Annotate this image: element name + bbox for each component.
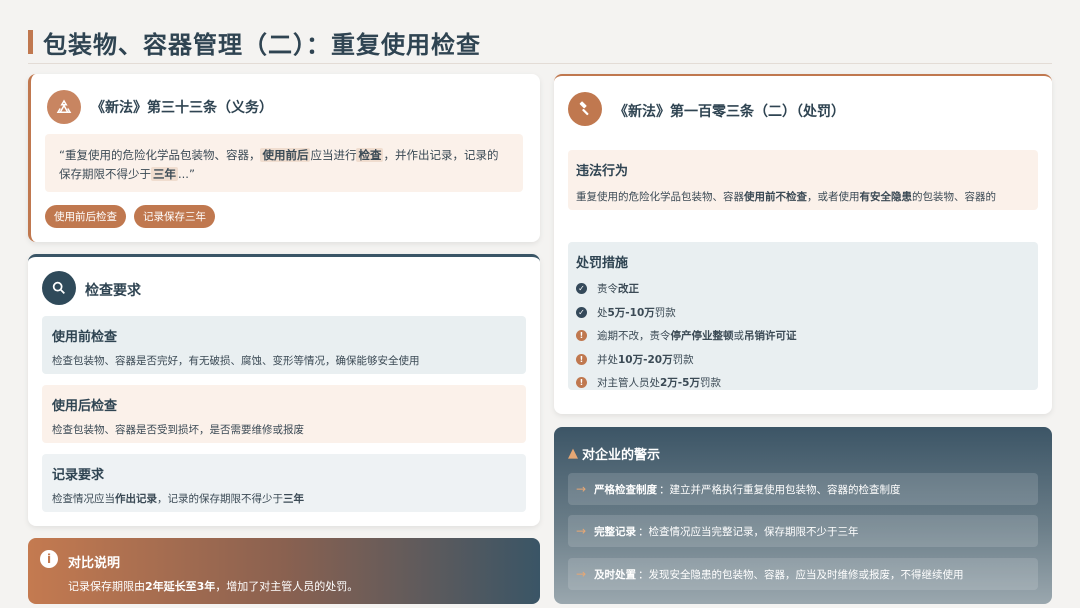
- enterprise-warning-card: ▲ 对企业的警示 → 严格检查制度 ：建立并严格执行重复使用包装物、容器的检查制度 →…: [554, 427, 1052, 604]
- comparison-text: 记录保存期限由2年延长至3年，增加了对主管人员的处罚。: [68, 578, 358, 594]
- article-33-title: 《新法》第三十三条（义务）: [91, 100, 273, 116]
- penalty-text: 罚款: [654, 306, 676, 319]
- title-accent-bar: [28, 30, 33, 54]
- check-circle-icon: ✓: [576, 306, 587, 318]
- requirement-heading: 使用后检查: [52, 399, 118, 414]
- penalty-text-bold: 10万-20万: [618, 353, 673, 366]
- quote-highlight: 使用前后: [260, 148, 311, 162]
- warning-item-label: 完整记录: [594, 525, 637, 538]
- req-text-part: ，记录的保存期限不得少于: [157, 493, 283, 505]
- requirement-text: 检查包装物、容器是否完好，有无破损、腐蚀、变形等情况，确保能够安全使用: [52, 355, 420, 367]
- penalty-item: ! 逾期不改，责令 停产停业整顿或吊销许可证: [576, 324, 1030, 348]
- penalty-text-bold: 2万-5万: [660, 377, 700, 390]
- requirement-heading: 记录要求: [52, 468, 105, 483]
- penalty-text: 罚款: [699, 377, 721, 390]
- warning-item-label: 严格检查制度: [594, 483, 658, 496]
- article-103-card: 《新法》第一百零三条（二）（处罚） 违法行为 重复使用的危险化学品包装物、容器使…: [554, 74, 1052, 414]
- penalty-item: ! 对主管人员处 2万-5万 罚款: [576, 371, 1030, 395]
- penalty-text-bold: 5万-10万: [607, 306, 655, 319]
- comparison-text-bold: 2年延长至3年: [145, 580, 216, 593]
- penalty-text: 责令: [597, 283, 618, 296]
- article-33-card: 《新法》第三十三条（义务） “重复使用的危险化学品包装物、容器， 使用前后 应当进行…: [28, 74, 540, 242]
- recycle-icon: [47, 90, 81, 124]
- tag-record-three-years: 记录保存三年: [134, 205, 215, 228]
- warning-item-text: ：检查情况应当完整记录，保存期限不少于三年: [638, 525, 859, 538]
- quote-text: “重复使用的危险化学品包装物、容器，: [59, 148, 261, 162]
- warning-title: 对企业的警示: [582, 448, 661, 463]
- arrow-right-icon: →: [576, 567, 587, 581]
- penalty-text-bold: 改正: [618, 283, 639, 296]
- penalty-text: 并处: [597, 353, 618, 366]
- violation-text-part: ，或者使用: [807, 191, 860, 203]
- penalty-text: 罚款: [672, 353, 694, 366]
- warning-title-row: ▲ 对企业的警示: [568, 444, 660, 463]
- arrow-right-icon: →: [576, 482, 587, 496]
- page-title: 包装物、容器管理（二）：重复使用检查: [43, 30, 481, 59]
- penalty-text-bold: 停产停业整顿: [670, 330, 734, 343]
- title-divider: [28, 63, 1052, 64]
- requirement-after-use: 使用后检查 检查包装物、容器是否受到损坏，是否需要维修或报废: [42, 385, 526, 443]
- quote-text: ...”: [178, 167, 195, 181]
- penalty-text: 处: [597, 306, 608, 319]
- violation-text-part: 重复使用的危险化学品包装物、容器: [576, 191, 744, 203]
- penalty-item: ! 并处 10万-20万 罚款: [576, 348, 1030, 372]
- penalty-box: 处罚措施 ✓ 责令 改正 ✓ 处 5万-10万 罚款 ! 逾期不改，责令 停产停业整顿或吊销许…: [568, 242, 1038, 390]
- req-text-part: 检查情况应当: [52, 493, 115, 505]
- requirement-records: 记录要求 检查情况应当作出记录，记录的保存期限不得少于三年: [42, 454, 526, 512]
- req-text-bold: 作出记录: [115, 493, 157, 505]
- warning-item: → 及时处置 ：发现安全隐患的包装物、容器，应当及时维修或报废，不得继续使用: [568, 558, 1038, 590]
- violation-text: 重复使用的危险化学品包装物、容器使用前不检查，或者使用有安全隐患的包装物、容器的: [576, 189, 1030, 204]
- tag-list: 使用前后检查 记录保存三年: [45, 205, 215, 228]
- search-icon: [42, 271, 76, 305]
- penalty-text: 对主管人员处: [597, 377, 660, 390]
- inspection-title: 检查要求: [85, 283, 141, 299]
- tag-before-after-check: 使用前后检查: [45, 205, 126, 228]
- warning-item: → 严格检查制度 ：建立并严格执行重复使用包装物、容器的检查制度: [568, 473, 1038, 505]
- inspection-card: 检查要求 使用前检查 检查包装物、容器是否完好，有无破损、腐蚀、变形等情况，确保…: [28, 254, 540, 526]
- warning-icon: ▲: [568, 446, 578, 461]
- exclamation-circle-icon: !: [576, 377, 587, 389]
- header: 包装物、容器管理（二）：重复使用检查: [28, 22, 1052, 62]
- warning-item-text: ：发现安全隐患的包装物、容器，应当及时维修或报废，不得继续使用: [638, 568, 964, 581]
- warning-item: → 完整记录 ：检查情况应当完整记录，保存期限不少于三年: [568, 515, 1038, 547]
- info-icon: i: [40, 550, 58, 568]
- quote-highlight: 三年: [151, 167, 178, 181]
- warning-item-text: ：建立并严格执行重复使用包装物、容器的检查制度: [659, 483, 901, 496]
- comparison-title: 对比说明: [68, 556, 121, 571]
- arrow-right-icon: →: [576, 524, 587, 538]
- requirement-heading: 使用前检查: [52, 330, 118, 345]
- exclamation-circle-icon: !: [576, 353, 587, 365]
- article-103-title: 《新法》第一百零三条（二）（处罚）: [614, 104, 845, 120]
- comparison-text-part: ，增加了对主管人员的处罚。: [215, 580, 359, 593]
- warning-item-label: 及时处置: [594, 568, 637, 581]
- penalty-text-bold: 吊销许可证: [744, 330, 797, 343]
- requirement-before-use: 使用前检查 检查包装物、容器是否完好，有无破损、腐蚀、变形等情况，确保能够安全使…: [42, 316, 526, 374]
- gavel-icon: [568, 92, 602, 126]
- req-text-bold: 三年: [283, 493, 304, 505]
- check-circle-icon: ✓: [576, 283, 587, 295]
- requirement-text: 检查包装物、容器是否受到损坏，是否需要维修或报废: [52, 424, 304, 436]
- comparison-text-part: 记录保存期限由: [68, 580, 145, 593]
- penalty-item: ✓ 责令 改正: [576, 277, 1030, 301]
- violation-text-part: 的包装物、容器的: [912, 191, 996, 203]
- exclamation-circle-icon: !: [576, 330, 587, 342]
- requirement-text: 检查情况应当作出记录，记录的保存期限不得少于三年: [52, 491, 516, 506]
- penalty-heading: 处罚措施: [576, 256, 629, 271]
- penalty-item: ✓ 处 5万-10万 罚款: [576, 301, 1030, 325]
- quote-highlight: 检查: [356, 148, 384, 162]
- violation-text-bold: 使用前不检查: [744, 191, 807, 203]
- quote-text: 应当进行: [310, 148, 357, 162]
- penalty-text: 或: [733, 330, 745, 343]
- violation-box: 违法行为 重复使用的危险化学品包装物、容器使用前不检查，或者使用有安全隐患的包装…: [568, 150, 1038, 210]
- violation-text-bold: 有安全隐患: [859, 191, 913, 203]
- penalty-list: ✓ 责令 改正 ✓ 处 5万-10万 罚款 ! 逾期不改，责令 停产停业整顿或吊销许可证 ! 并…: [576, 277, 1030, 395]
- article-33-quote: “重复使用的危险化学品包装物、容器， 使用前后 应当进行 检查 ，并作出记录，记录的保存…: [45, 134, 523, 192]
- comparison-banner: i 对比说明 记录保存期限由2年延长至3年，增加了对主管人员的处罚。: [28, 538, 540, 604]
- violation-heading: 违法行为: [576, 164, 629, 179]
- penalty-text: 逾期不改，责令: [597, 330, 671, 343]
